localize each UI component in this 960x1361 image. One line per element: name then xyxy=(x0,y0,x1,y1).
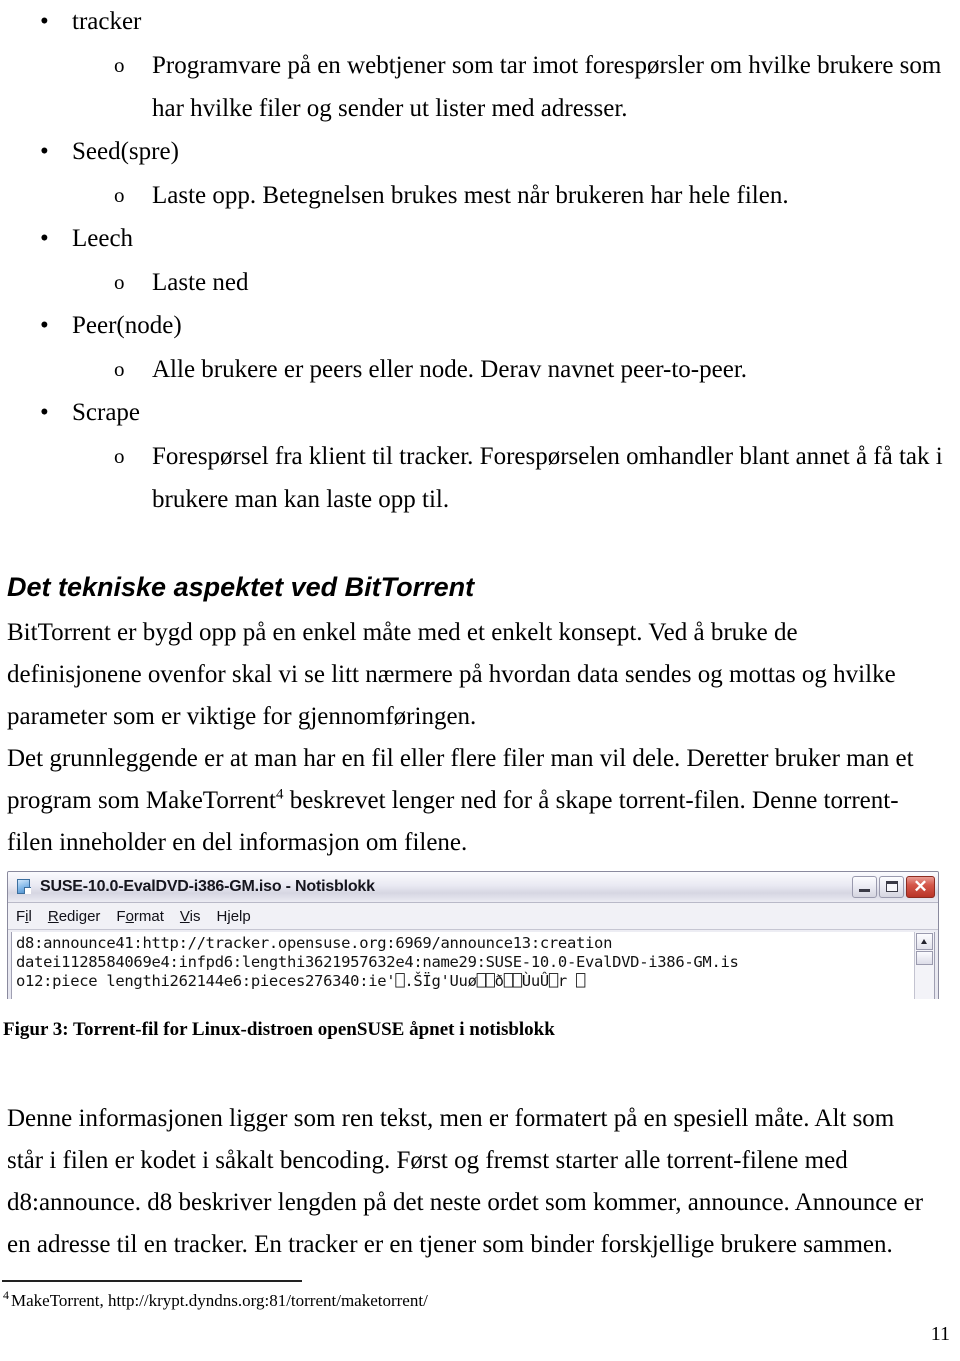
menu-label-post: is xyxy=(189,907,201,925)
sub-bullet-marker: o xyxy=(114,53,125,77)
list-item-term: • tracker xyxy=(0,0,960,44)
scroll-up-icon[interactable] xyxy=(916,933,933,950)
menu-label-mnemonic: V xyxy=(179,907,190,925)
menu-item-rediger[interactable]: Rediger xyxy=(48,908,101,925)
term-label: Scrape xyxy=(72,399,141,426)
paragraph-block-1: BitTorrent er bygd opp på en enkel måte … xyxy=(3,612,933,738)
window-controls: ✕ xyxy=(852,876,935,898)
footnote: 4 MakeTorrent, http://krypt.dyndns.org:81… xyxy=(3,1288,428,1312)
sub-bullet-marker: o xyxy=(114,357,125,381)
minimize-icon xyxy=(859,889,870,892)
bullet-marker: • xyxy=(40,399,49,426)
bullet-marker: • xyxy=(40,138,49,165)
body-paragraph: Det grunnleggende er at man har en fil e… xyxy=(3,738,933,864)
glossary-list: • tracker o Programvare på en webtjener … xyxy=(0,0,960,521)
maximize-icon xyxy=(886,881,898,892)
notepad-client-area: d8:announce41:http://tracker.opensuse.or… xyxy=(11,932,935,999)
definition-text: Programvare på en webtjener som tar imot… xyxy=(152,52,942,122)
list-item-term: • Seed(spre) xyxy=(0,130,960,174)
text-line: o12:piece lengthi262144e6:pieces276340:i… xyxy=(16,972,586,990)
section-heading-block: Det tekniske aspektet ved BitTorrent xyxy=(3,572,953,602)
menu-label-post: rmat xyxy=(133,907,164,925)
list-item-term: • Scrape xyxy=(0,391,960,435)
document-page: • tracker o Programvare på en webtjener … xyxy=(0,0,960,1361)
minimize-button[interactable] xyxy=(852,876,877,898)
bullet-list: • tracker o Programvare på en webtjener … xyxy=(0,0,960,521)
menu-item-vis[interactable]: Vis xyxy=(180,908,201,925)
footnote-text: MakeTorrent, http://krypt.dyndns.org:81/… xyxy=(11,1291,428,1310)
bullet-marker: • xyxy=(40,225,49,252)
paragraph-block-2: Det grunnleggende er at man har en fil e… xyxy=(3,738,933,864)
list-item-definition: o Laste opp. Betegnelsen brukes mest når… xyxy=(0,174,960,217)
maximize-button[interactable] xyxy=(879,876,904,898)
footnote-reference[interactable]: 4 xyxy=(276,787,284,803)
term-label: Peer(node) xyxy=(72,312,182,339)
footnote-number: 4 xyxy=(3,1288,9,1303)
vertical-scrollbar[interactable] xyxy=(914,932,934,999)
definition-text: Laste ned xyxy=(152,269,249,296)
close-icon: ✕ xyxy=(913,877,928,896)
bullet-marker: • xyxy=(40,8,49,35)
menu-label-mnemonic: R xyxy=(47,907,59,925)
list-item-definition: o Forespørsel fra klient til tracker. Fo… xyxy=(0,435,960,521)
scrollbar-thumb[interactable] xyxy=(916,951,933,965)
menu-item-format[interactable]: Format xyxy=(116,908,164,925)
list-item-definition: o Alle brukere er peers eller node. Dera… xyxy=(0,348,960,391)
notepad-window: SUSE-10.0-EvalDVD-i386-GM.iso - Notisblo… xyxy=(7,871,939,999)
sub-bullet-marker: o xyxy=(114,183,125,207)
menu-label-pre: F xyxy=(16,907,26,925)
list-item-definition: o Laste ned xyxy=(0,261,960,304)
definition-text: Forespørsel fra klient til tracker. Fore… xyxy=(152,443,943,513)
term-label: tracker xyxy=(72,8,142,35)
page-number: 11 xyxy=(930,1323,950,1345)
list-item-term: • Leech xyxy=(0,217,960,261)
notepad-text-area[interactable]: d8:announce41:http://tracker.opensuse.or… xyxy=(12,932,914,999)
figure-caption: Figur 3: Torrent-fil for Linux-distroen … xyxy=(3,1019,555,1040)
text-line: d8:announce41:http://tracker.opensuse.or… xyxy=(16,934,613,952)
sub-bullet-marker: o xyxy=(114,444,125,468)
footnote-separator xyxy=(2,1280,302,1282)
paragraph-block-3: Denne informasjonen ligger som ren tekst… xyxy=(3,1098,933,1266)
term-label: Leech xyxy=(72,225,134,252)
text-line: datei1128584069e4:infpd6:lengthi36219576… xyxy=(16,953,739,971)
page-title: Det tekniske aspektet ved BitTorrent xyxy=(7,572,475,602)
menu-label-post: elp xyxy=(230,907,251,925)
notepad-title-bar: SUSE-10.0-EvalDVD-i386-GM.iso - Notisblo… xyxy=(8,872,938,903)
menu-label-post: ediger xyxy=(58,907,101,925)
notepad-document-icon xyxy=(15,878,33,896)
definition-text: Laste opp. Betegnelsen brukes mest når b… xyxy=(152,182,789,209)
close-button[interactable]: ✕ xyxy=(906,876,935,898)
menu-item-fil[interactable]: Fil xyxy=(16,908,32,925)
window-title: SUSE-10.0-EvalDVD-i386-GM.iso - Notisblo… xyxy=(40,878,375,895)
menu-label-pre: H xyxy=(216,907,228,925)
body-paragraph: BitTorrent er bygd opp på en enkel måte … xyxy=(7,619,896,730)
list-item-definition: o Programvare på en webtjener som tar im… xyxy=(0,44,960,130)
body-paragraph: Denne informasjonen ligger som ren tekst… xyxy=(7,1105,924,1258)
menu-label-pre: F xyxy=(116,907,126,925)
menu-item-hjelp[interactable]: Hjelp xyxy=(217,908,251,925)
bullet-marker: • xyxy=(40,312,49,339)
definition-text: Alle brukere er peers eller node. Derav … xyxy=(152,356,748,383)
figure-notepad-screenshot: SUSE-10.0-EvalDVD-i386-GM.iso - Notisblo… xyxy=(7,871,939,999)
list-item-term: • Peer(node) xyxy=(0,304,960,348)
notepad-menu-bar: Fil Rediger Format Vis Hjelp xyxy=(8,903,938,930)
term-label: Seed(spre) xyxy=(72,138,179,165)
sub-bullet-marker: o xyxy=(114,270,125,294)
menu-label-mnemonic: o xyxy=(125,907,134,925)
menu-label-post: l xyxy=(28,907,32,925)
